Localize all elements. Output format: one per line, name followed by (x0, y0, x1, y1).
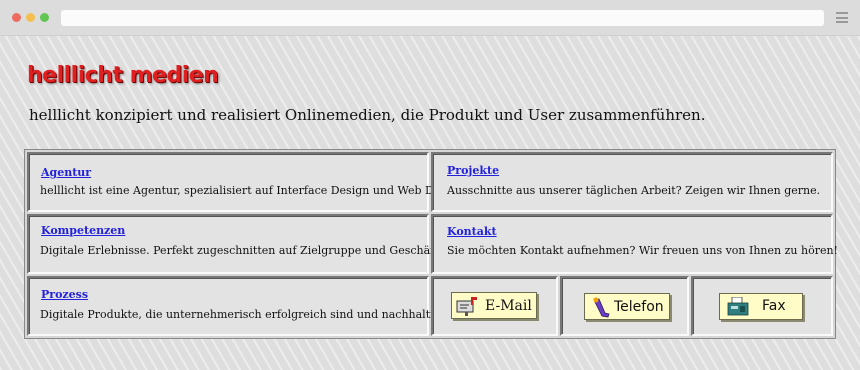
section-prozess: Prozess Digitale Produkte, die unternehm… (27, 276, 526, 336)
prozess-link[interactable]: Prozess (41, 288, 88, 301)
section-kontakt: Kontakt Sie möchten Kontakt aufnehmen? W… (431, 214, 838, 274)
fax-button[interactable]: Fax (719, 293, 803, 320)
tagline: helllicht konzipiert und realisiert Onli… (29, 106, 706, 124)
address-bar[interactable] (61, 10, 824, 26)
mailbox-icon (456, 297, 477, 316)
agentur-link[interactable]: Agentur (41, 166, 91, 179)
brand-logo[interactable]: helllicht medien (27, 63, 219, 88)
section-kompetenzen: Kompetenzen Digitale Erlebnisse. Perfekt… (27, 214, 485, 274)
projekte-link[interactable]: Projekte (447, 164, 499, 177)
kontakt-text: Sie möchten Kontakt aufnehmen? Wir freue… (447, 244, 838, 257)
close-window-dot[interactable] (12, 13, 21, 22)
kontakt-link[interactable]: Kontakt (447, 225, 497, 238)
email-button[interactable]: E-Mail (451, 292, 537, 319)
section-projekte: Projekte Ausschnitte aus unserer täglich… (431, 152, 833, 212)
phone-icon (593, 297, 610, 318)
fax-cell: Fax (691, 276, 833, 336)
section-agentur: Agentur helllicht ist eine Agentur, spez… (27, 152, 502, 212)
content-grid: Agentur helllicht ist eine Agentur, spez… (24, 149, 838, 339)
kompetenzen-text: Digitale Erlebnisse. Perfekt zugeschnitt… (40, 244, 486, 257)
projekte-text: Ausschnitte aus unserer täglichen Arbeit… (447, 184, 821, 197)
telefon-button[interactable]: Telefon (584, 293, 670, 320)
telefon-cell: Telefon (560, 276, 689, 336)
browser-chrome (0, 0, 860, 36)
fax-label: Fax (762, 298, 786, 314)
page-content: helllicht medien helllicht konzipiert un… (0, 36, 860, 370)
email-label: E-Mail (485, 298, 532, 314)
telefon-label: Telefon (614, 299, 664, 315)
email-cell: E-Mail (431, 276, 558, 336)
maximize-window-dot[interactable] (40, 13, 49, 22)
kompetenzen-link[interactable]: Kompetenzen (41, 224, 125, 237)
minimize-window-dot[interactable] (26, 13, 35, 22)
menu-icon[interactable] (836, 12, 848, 23)
fax-icon (727, 297, 749, 316)
